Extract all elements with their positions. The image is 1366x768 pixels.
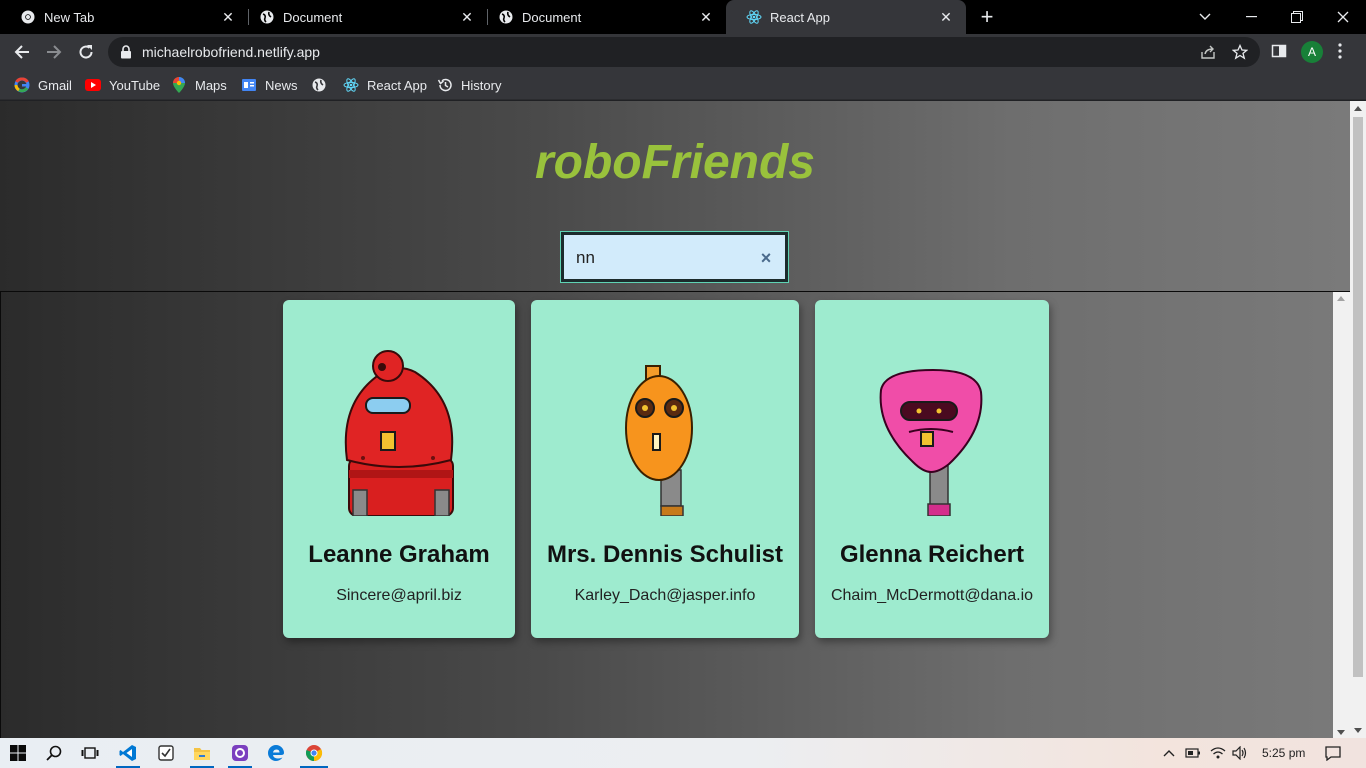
reload-icon — [79, 45, 93, 59]
tab-title: Document — [522, 9, 582, 25]
bookmark-label: News — [265, 77, 298, 93]
lock-icon — [120, 45, 132, 64]
star-icon[interactable] — [1231, 43, 1249, 60]
tab-title: Document — [283, 9, 343, 25]
tab-search-icon[interactable] — [1182, 0, 1228, 34]
volume-icon[interactable] — [1232, 745, 1248, 761]
page-title: roboFriends — [534, 136, 815, 189]
card-name: Mrs. Dennis Schulist — [546, 541, 784, 568]
tab-new-tab[interactable]: New Tab ✕ — [0, 0, 248, 34]
back-button[interactable] — [8, 38, 36, 66]
bookmark-maps[interactable]: Maps — [171, 76, 227, 94]
arrow-right-icon — [47, 45, 62, 59]
share-icon[interactable] — [1200, 44, 1216, 60]
forward-button[interactable] — [40, 38, 68, 66]
card-name: Glenna Reichert — [839, 541, 1025, 568]
bookmark-label: Maps — [195, 77, 227, 93]
bookmark-globe[interactable] — [311, 76, 335, 94]
scroll-down-arrow-icon[interactable] — [1354, 728, 1362, 733]
page-scrollbar[interactable] — [1350, 101, 1366, 738]
page-viewport: roboFriends × Leanne Graham Sincere@apri… — [0, 101, 1350, 738]
globe-icon — [259, 9, 275, 25]
edge-icon[interactable] — [266, 743, 286, 763]
tab-document-2[interactable]: Document ✕ — [478, 0, 726, 34]
news-icon — [241, 77, 257, 93]
robot-card[interactable]: Mrs. Dennis Schulist Karley_Dach@jasper.… — [531, 300, 799, 638]
history-icon — [437, 77, 453, 93]
bookmark-label: React App — [367, 77, 427, 93]
robot-card[interactable]: Glenna Reichert Chaim_McDermott@dana.io — [815, 300, 1049, 638]
task-view-icon[interactable] — [80, 743, 100, 763]
new-tab-button[interactable]: + — [976, 6, 998, 28]
bookmark-history[interactable]: History — [437, 76, 501, 94]
close-icon[interactable]: ✕ — [698, 9, 714, 25]
reload-button[interactable] — [72, 38, 100, 66]
maps-icon — [171, 77, 187, 93]
tab-document-1[interactable]: Document ✕ — [239, 0, 487, 34]
bookmark-label: History — [461, 77, 502, 93]
red-robot-image — [344, 350, 454, 516]
globe-icon — [311, 77, 327, 93]
search-input[interactable] — [576, 246, 746, 270]
card-email: Karley_Dach@jasper.info — [574, 587, 756, 604]
wifi-icon[interactable] — [1210, 745, 1226, 761]
taskbar: 5:25 pm — [0, 738, 1366, 768]
windows-start-icon[interactable] — [8, 743, 28, 763]
card-name: Leanne Graham — [308, 541, 490, 568]
search-field[interactable]: × — [560, 231, 789, 283]
menu-icon[interactable] — [1338, 43, 1346, 61]
react-icon — [343, 77, 359, 93]
browser-toolbar: michaelrobofriend.netlify.app A — [0, 34, 1366, 70]
minimize-button[interactable] — [1228, 0, 1274, 34]
google-icon — [14, 77, 30, 93]
tab-strip: New Tab ✕ Document ✕ Document ✕ React Ap… — [0, 0, 1366, 34]
globe-icon — [498, 9, 514, 25]
arrow-left-icon — [14, 45, 29, 59]
bookmark-news[interactable]: News — [241, 76, 298, 94]
card-list-scrollbar[interactable] — [1333, 292, 1350, 738]
scroll-up-arrow-icon[interactable] — [1354, 106, 1362, 111]
search-icon[interactable] — [44, 743, 64, 763]
url-text: michaelrobofriend.netlify.app — [142, 44, 320, 60]
tab-title: React App — [770, 9, 830, 25]
bookmark-react-app[interactable]: React App — [343, 76, 427, 94]
taskbar-clock[interactable]: 5:25 pm — [1262, 746, 1305, 760]
chrome-icon[interactable] — [304, 743, 324, 763]
chrome-icon — [20, 9, 36, 25]
chevron-up-icon[interactable] — [1161, 745, 1177, 761]
scrollbar-thumb[interactable] — [1353, 117, 1363, 677]
pink-robot-image — [879, 368, 983, 516]
vscode-icon[interactable] — [118, 743, 138, 763]
side-panel-icon[interactable] — [1271, 43, 1289, 61]
card-list-scroll[interactable]: Leanne Graham Sincere@april.biz Mrs. Den… — [0, 291, 1350, 738]
scroll-up-arrow-icon[interactable] — [1337, 296, 1345, 301]
profile-avatar[interactable]: A — [1301, 41, 1323, 63]
card-email: Sincere@april.biz — [336, 587, 462, 604]
github-desktop-icon[interactable] — [230, 743, 250, 763]
scroll-down-arrow-icon[interactable] — [1337, 730, 1345, 735]
react-icon — [746, 9, 762, 25]
restore-button[interactable] — [1274, 0, 1320, 34]
snipping-tool-icon[interactable] — [156, 743, 176, 763]
robot-card[interactable]: Leanne Graham Sincere@april.biz — [283, 300, 515, 638]
card-email: Chaim_McDermott@dana.io — [830, 587, 1034, 604]
close-window-button[interactable] — [1320, 0, 1366, 34]
clear-icon[interactable]: × — [756, 248, 776, 268]
battery-icon[interactable] — [1185, 745, 1201, 761]
close-icon[interactable]: ✕ — [938, 9, 954, 25]
bookmark-gmail[interactable]: Gmail — [14, 76, 72, 94]
tab-title: New Tab — [44, 9, 95, 25]
close-icon[interactable]: ✕ — [220, 9, 236, 25]
file-explorer-icon[interactable] — [192, 743, 212, 763]
bookmark-label: Gmail — [38, 77, 72, 93]
bookmarks-bar: Gmail YouTube Maps News React App Histor… — [0, 70, 1366, 100]
tab-react-app[interactable]: React App ✕ — [726, 0, 966, 34]
bookmark-youtube[interactable]: YouTube — [85, 76, 160, 94]
address-bar[interactable]: michaelrobofriend.netlify.app — [108, 37, 1260, 67]
youtube-icon — [85, 77, 101, 93]
orange-robot-image — [625, 365, 693, 516]
close-icon[interactable]: ✕ — [459, 9, 475, 25]
notifications-icon[interactable] — [1325, 745, 1341, 761]
bookmark-label: YouTube — [109, 77, 161, 93]
